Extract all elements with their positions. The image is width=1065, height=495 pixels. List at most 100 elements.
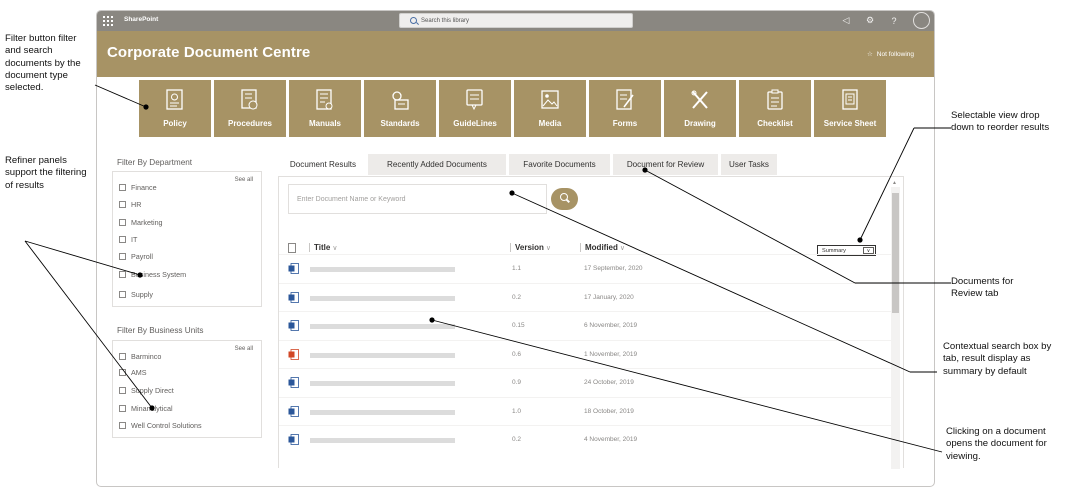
chevron-down-icon[interactable]: ∨ xyxy=(863,247,874,254)
modified-cell: 18 October, 2019 xyxy=(584,407,634,415)
tab-favorite-documents[interactable]: Favorite Documents xyxy=(509,154,610,175)
tile-forms[interactable]: Forms xyxy=(589,80,661,137)
filter-option[interactable]: Barminco xyxy=(119,352,161,361)
scrollbar-thumb[interactable] xyxy=(892,193,899,313)
document-search-input[interactable]: Enter Document Name or Keyword xyxy=(288,184,547,214)
checkbox[interactable] xyxy=(119,369,126,376)
table-row[interactable]: 0.9 24 October, 2019 xyxy=(279,368,891,396)
document-title-placeholder[interactable] xyxy=(310,409,455,415)
tile-procedures[interactable]: Procedures xyxy=(214,80,286,137)
table-row[interactable]: 0.2 17 January, 2020 xyxy=(279,282,891,311)
checkbox[interactable] xyxy=(119,387,126,394)
tile-drawing[interactable]: Drawing xyxy=(664,80,736,137)
version-cell: 0.2 xyxy=(512,293,522,301)
tab-document-for-review[interactable]: Document for Review xyxy=(613,154,718,175)
checkbox[interactable] xyxy=(119,184,126,191)
version-cell: 1.1 xyxy=(512,265,522,272)
help-icon[interactable]: ? xyxy=(889,16,899,26)
filter-department-title: Filter By Department xyxy=(117,158,193,167)
manuals-icon xyxy=(316,89,333,110)
follow-label: Not following xyxy=(876,50,914,58)
filter-option[interactable]: HR xyxy=(119,200,141,209)
chevron-down-icon: ∨ xyxy=(545,244,552,252)
column-version[interactable]: Version ∨ xyxy=(510,243,551,252)
tab-recently-added[interactable]: Recently Added Documents xyxy=(368,154,506,175)
tab-user-tasks[interactable]: User Tasks xyxy=(721,154,777,175)
modified-cell: 6 November, 2019 xyxy=(584,322,638,329)
filter-option[interactable]: Business System xyxy=(119,270,186,279)
app-launcher-icon[interactable] xyxy=(103,16,113,26)
document-type-tiles: Policy Procedures Manuals Standards Guid… xyxy=(139,80,886,137)
tile-guidelines[interactable]: GuideLines xyxy=(439,80,511,137)
document-title-placeholder[interactable] xyxy=(310,381,455,386)
checkbox[interactable] xyxy=(119,253,126,260)
filter-option[interactable]: Payroll xyxy=(119,252,153,261)
checkbox[interactable] xyxy=(119,291,126,298)
avatar[interactable] xyxy=(913,12,930,29)
library-search-placeholder: Search this library xyxy=(421,17,470,24)
checkbox[interactable] xyxy=(119,219,126,226)
table-row[interactable]: 0.6 1 November, 2019 xyxy=(279,339,891,368)
filter-option[interactable]: Finance xyxy=(119,183,157,192)
checkbox[interactable] xyxy=(119,271,126,278)
table-row[interactable]: 1.0 18 October, 2019 xyxy=(279,396,891,425)
tile-standards[interactable]: Standards xyxy=(364,80,436,137)
tile-label: Media xyxy=(538,119,562,128)
page-title: Corporate Document Centre xyxy=(107,44,311,61)
modified-cell: 4 November, 2019 xyxy=(584,436,638,443)
checkbox[interactable] xyxy=(119,236,126,243)
tile-service-sheet[interactable]: Service Sheet xyxy=(814,80,886,137)
tile-label: Service Sheet xyxy=(823,119,877,128)
tile-policy[interactable]: Policy xyxy=(139,80,211,137)
checkbox[interactable] xyxy=(119,201,126,208)
follow-button[interactable]: ☆ Not following xyxy=(867,50,914,59)
search-icon xyxy=(410,17,417,24)
document-title-placeholder[interactable] xyxy=(310,352,455,358)
library-search-box[interactable]: Search this library xyxy=(399,13,633,28)
tile-media[interactable]: Media xyxy=(514,80,586,137)
forms-icon xyxy=(616,89,634,110)
checkbox[interactable] xyxy=(119,422,126,429)
filter-business-units-panel: See all Barminco AMS Supply Direct Minan… xyxy=(112,340,262,438)
modified-cell: 17 January, 2020 xyxy=(584,293,634,301)
document-title-placeholder[interactable] xyxy=(310,438,455,443)
document-title-placeholder[interactable] xyxy=(310,295,455,301)
policy-icon xyxy=(166,89,183,110)
sharepoint-brand[interactable]: SharePoint xyxy=(124,16,158,23)
procedures-icon xyxy=(241,89,258,110)
tab-document-results[interactable]: Document Results xyxy=(279,154,367,175)
table-row[interactable]: 0.2 4 November, 2019 xyxy=(279,425,891,453)
megaphone-icon[interactable]: ◁ xyxy=(841,15,851,26)
tile-checklist[interactable]: Checklist xyxy=(739,80,811,137)
word-file-icon xyxy=(288,377,299,388)
see-all-link[interactable]: See all xyxy=(235,346,253,352)
column-title[interactable]: Title ∨ xyxy=(309,243,337,252)
document-title-placeholder[interactable] xyxy=(310,324,455,329)
filter-option[interactable]: AMS xyxy=(119,368,147,377)
tile-label: Policy xyxy=(163,119,187,128)
checkbox[interactable] xyxy=(119,405,126,412)
filter-department-panel: See all Finance HR Marketing IT Payroll … xyxy=(112,171,262,307)
checkbox[interactable] xyxy=(119,353,126,360)
table-row[interactable]: 1.1 17 September, 2020 xyxy=(279,254,891,282)
annotation-refiner-panels: Refiner panels support the filtering of … xyxy=(5,155,87,191)
filter-option[interactable]: IT xyxy=(119,235,137,244)
document-title-placeholder[interactable] xyxy=(310,267,455,272)
tile-label: Forms xyxy=(612,119,638,128)
media-icon xyxy=(541,90,559,109)
table-row[interactable]: 0.15 6 November, 2019 xyxy=(279,311,891,339)
filter-option[interactable]: Well Control Solutions xyxy=(119,421,202,430)
filter-option[interactable]: Minanalytical xyxy=(119,404,173,413)
column-modified[interactable]: Modified ∨ xyxy=(580,243,625,252)
see-all-link[interactable]: See all xyxy=(235,177,253,183)
settings-icon[interactable]: ⚙ xyxy=(865,15,875,26)
filter-option[interactable]: Supply xyxy=(119,290,153,299)
search-button[interactable] xyxy=(551,188,578,210)
filter-option[interactable]: Supply Direct xyxy=(119,386,174,395)
tile-manuals[interactable]: Manuals xyxy=(289,80,361,137)
tile-label: Drawing xyxy=(684,119,716,128)
filter-option[interactable]: Marketing xyxy=(119,218,163,227)
word-file-icon xyxy=(288,291,299,303)
drawing-icon xyxy=(691,90,708,109)
scroll-up-icon[interactable]: ▲ xyxy=(892,180,897,186)
